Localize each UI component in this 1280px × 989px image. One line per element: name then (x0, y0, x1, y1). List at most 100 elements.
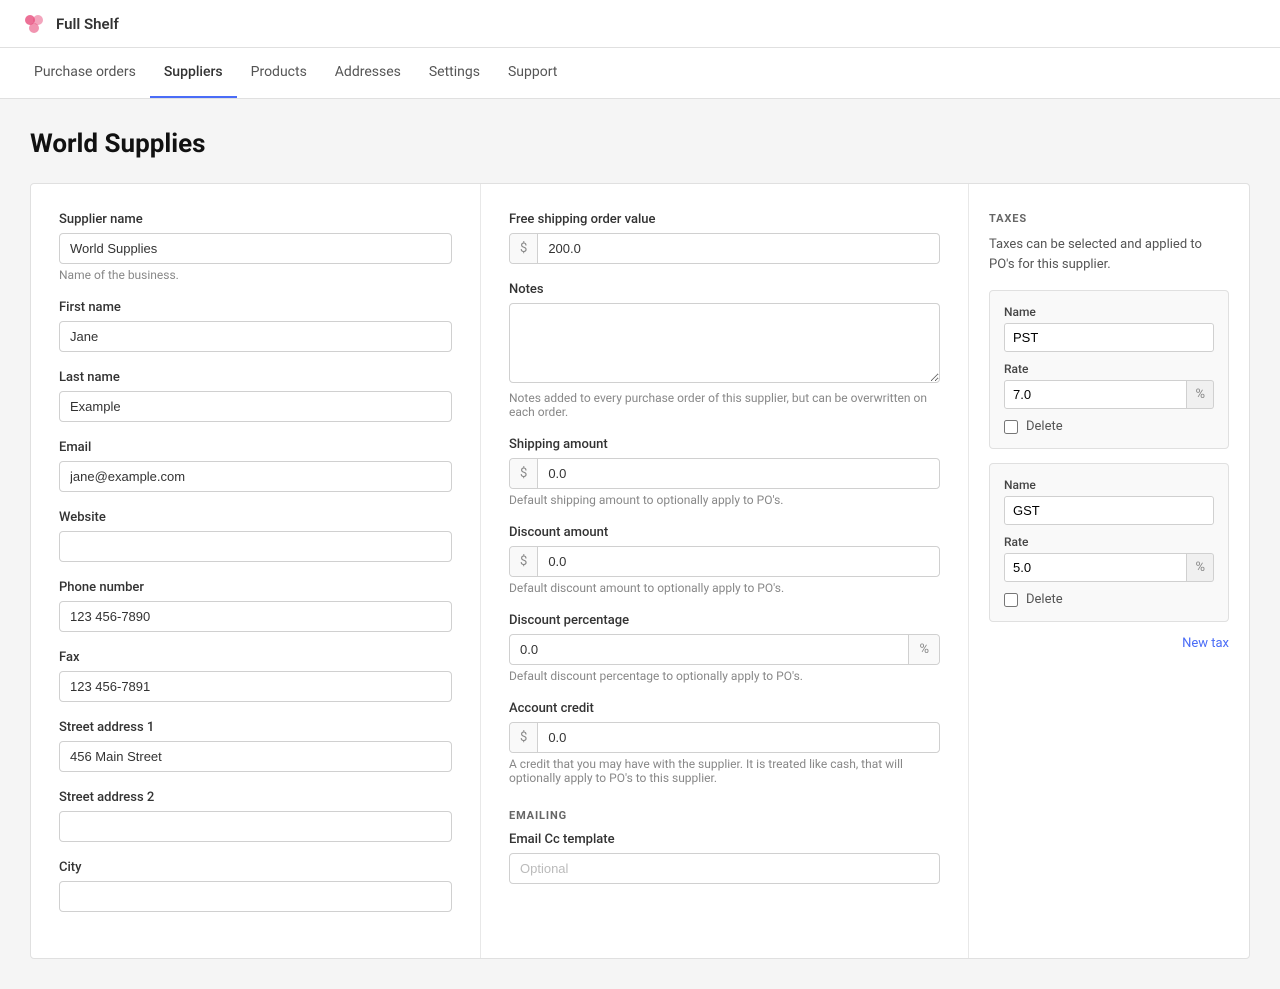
notes-group: Notes Notes added to every purchase orde… (509, 282, 940, 419)
right-column: TAXES Taxes can be selected and applied … (969, 184, 1249, 958)
discount-amount-hint: Default discount amount to optionally ap… (509, 581, 940, 595)
shipping-amount-wrapper: $ (509, 458, 940, 489)
website-label: Website (59, 510, 452, 525)
app-logo: Full Shelf (20, 10, 119, 38)
discount-pct-wrapper: % (509, 634, 940, 665)
credit-dollar-icon: $ (510, 723, 538, 752)
emailing-label: EMAILING (509, 809, 940, 822)
email-label: Email (59, 440, 452, 455)
tax-pst-delete-row: Delete (1004, 419, 1214, 434)
discount-dollar-icon: $ (510, 547, 538, 576)
nav-purchase-orders[interactable]: Purchase orders (20, 48, 150, 98)
account-credit-input[interactable] (538, 723, 939, 752)
phone-label: Phone number (59, 580, 452, 595)
account-credit-hint: A credit that you may have with the supp… (509, 757, 940, 785)
tax-pst-name-row: Name (1004, 305, 1214, 352)
shipping-amount-input[interactable] (538, 459, 939, 488)
tax-gst-rate-row: Rate % (1004, 535, 1214, 582)
street1-label: Street address 1 (59, 720, 452, 735)
nav-support[interactable]: Support (494, 48, 571, 98)
nav-products[interactable]: Products (237, 48, 321, 98)
city-group: City (59, 860, 452, 912)
discount-pct-hint: Default discount percentage to optionall… (509, 669, 940, 683)
street2-input[interactable] (59, 811, 452, 842)
free-shipping-input-wrapper: $ (509, 233, 940, 264)
tax-pst-rate-label: Rate (1004, 362, 1214, 376)
nav-suppliers[interactable]: Suppliers (150, 48, 237, 98)
phone-group: Phone number (59, 580, 452, 632)
free-shipping-group: Free shipping order value $ (509, 212, 940, 264)
email-input[interactable] (59, 461, 452, 492)
first-name-input[interactable] (59, 321, 452, 352)
street1-group: Street address 1 (59, 720, 452, 772)
taxes-description: Taxes can be selected and applied to PO'… (989, 235, 1229, 274)
website-input[interactable] (59, 531, 452, 562)
free-shipping-label: Free shipping order value (509, 212, 940, 227)
shipping-amount-group: Shipping amount $ Default shipping amoun… (509, 437, 940, 507)
dollar-icon: $ (510, 234, 538, 263)
discount-amount-label: Discount amount (509, 525, 940, 540)
nav-addresses[interactable]: Addresses (321, 48, 415, 98)
street2-group: Street address 2 (59, 790, 452, 842)
street2-label: Street address 2 (59, 790, 452, 805)
discount-pct-input[interactable] (510, 635, 908, 664)
pst-percent-icon: % (1187, 380, 1214, 409)
email-cc-input[interactable] (509, 853, 940, 884)
first-name-label: First name (59, 300, 452, 315)
middle-column: Free shipping order value $ Notes Notes … (481, 184, 969, 958)
main-nav: Purchase orders Suppliers Products Addre… (0, 48, 1280, 99)
first-name-group: First name (59, 300, 452, 352)
emailing-section: EMAILING Email Cc template (509, 809, 940, 884)
tax-gst-rate-input[interactable] (1004, 553, 1187, 582)
tax-gst-rate-label: Rate (1004, 535, 1214, 549)
fax-group: Fax (59, 650, 452, 702)
supplier-name-hint: Name of the business. (59, 268, 452, 282)
street1-input[interactable] (59, 741, 452, 772)
tax-gst-delete-label: Delete (1026, 592, 1063, 607)
tax-pst-rate-wrapper: % (1004, 380, 1214, 409)
notes-label: Notes (509, 282, 940, 297)
nav-settings[interactable]: Settings (415, 48, 494, 98)
fax-label: Fax (59, 650, 452, 665)
tax-gst-name-row: Name (1004, 478, 1214, 525)
account-credit-group: Account credit $ A credit that you may h… (509, 701, 940, 785)
email-group: Email (59, 440, 452, 492)
discount-amount-input[interactable] (538, 547, 939, 576)
supplier-name-group: Supplier name Name of the business. (59, 212, 452, 282)
free-shipping-input[interactable] (538, 234, 939, 263)
tax-gst-delete-row: Delete (1004, 592, 1214, 607)
supplier-name-label: Supplier name (59, 212, 452, 227)
discount-pct-group: Discount percentage % Default discount p… (509, 613, 940, 683)
city-input[interactable] (59, 881, 452, 912)
shipping-amount-hint: Default shipping amount to optionally ap… (509, 493, 940, 507)
tax-pst-name-label: Name (1004, 305, 1214, 319)
supplier-name-input[interactable] (59, 233, 452, 264)
tax-pst-rate-row: Rate % (1004, 362, 1214, 409)
tax-pst-block: Name Rate % Delete (989, 290, 1229, 449)
shipping-amount-label: Shipping amount (509, 437, 940, 452)
notes-textarea[interactable] (509, 303, 940, 383)
tax-gst-name-input[interactable] (1004, 496, 1214, 525)
tax-gst-delete-checkbox[interactable] (1004, 593, 1018, 607)
last-name-label: Last name (59, 370, 452, 385)
new-tax-button[interactable]: New tax (989, 636, 1229, 651)
tax-gst-name-label: Name (1004, 478, 1214, 492)
account-credit-label: Account credit (509, 701, 940, 716)
phone-input[interactable] (59, 601, 452, 632)
website-group: Website (59, 510, 452, 562)
logo-icon (20, 10, 48, 38)
fax-input[interactable] (59, 671, 452, 702)
tax-pst-rate-input[interactable] (1004, 380, 1187, 409)
shipping-dollar-icon: $ (510, 459, 538, 488)
discount-amount-group: Discount amount $ Default discount amoun… (509, 525, 940, 595)
last-name-input[interactable] (59, 391, 452, 422)
page-title: World Supplies (30, 129, 1250, 159)
topbar: Full Shelf (0, 0, 1280, 48)
page-content: World Supplies Supplier name Name of the… (0, 99, 1280, 989)
tax-pst-name-input[interactable] (1004, 323, 1214, 352)
tax-pst-delete-checkbox[interactable] (1004, 420, 1018, 434)
supplier-card: Supplier name Name of the business. Firs… (30, 183, 1250, 959)
gst-percent-icon: % (1187, 553, 1214, 582)
last-name-group: Last name (59, 370, 452, 422)
discount-pct-label: Discount percentage (509, 613, 940, 628)
